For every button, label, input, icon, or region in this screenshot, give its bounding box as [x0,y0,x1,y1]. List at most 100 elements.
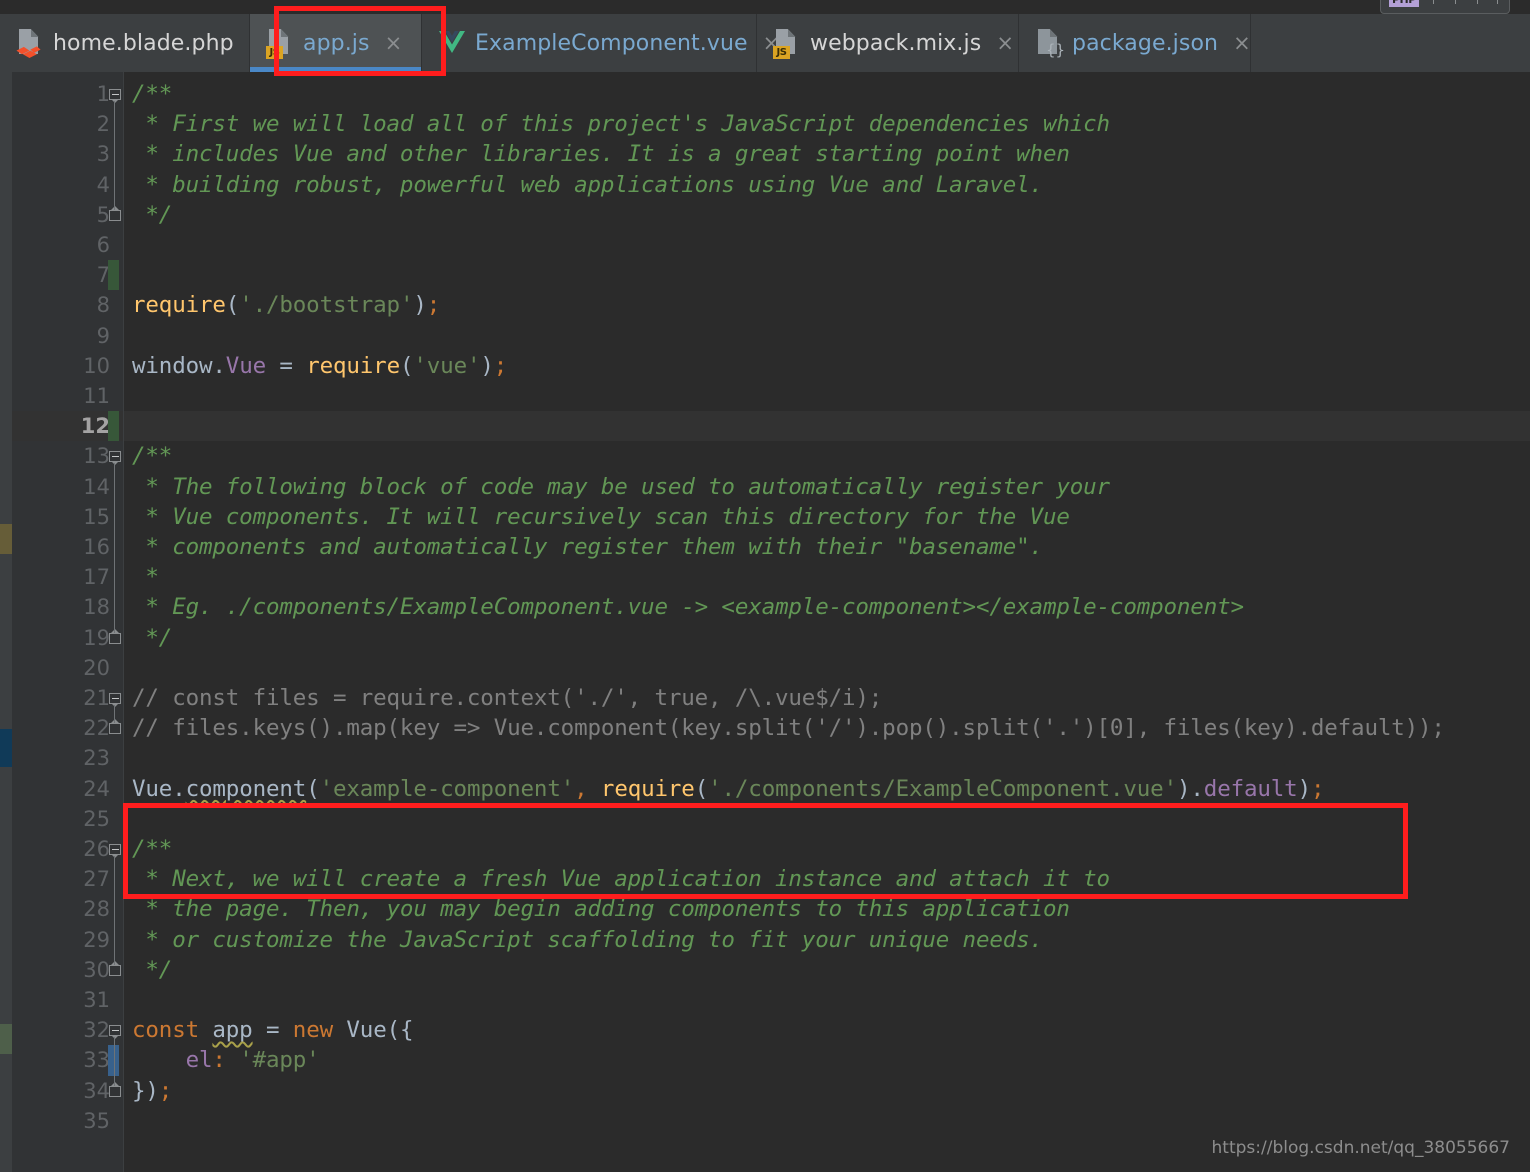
code-token: * Eg. ./components/ExampleComponent.vue … [132,594,1244,621]
code-row[interactable]: // const files = require.context('./', t… [109,683,1530,713]
fold-end-icon[interactable] [108,1081,122,1099]
code-row[interactable] [124,743,1530,773]
editor-tab-package-json[interactable]: {} package.json × [1019,14,1251,72]
code-row[interactable]: * Vue components. It will recursively sc… [124,502,1530,532]
fold-region-line [114,705,115,724]
gutter-row: 10 [12,351,124,381]
line-number-gutter[interactable]: 1 2 3 4 5 6 7 8 9 10 11 12 13 14 15 16 17 18 19 20 21 22 23 24 2… [12,72,124,1172]
code-row[interactable] [124,411,1530,442]
fold-collapse-icon[interactable] [108,450,122,466]
javascript-file-icon: JS [773,28,799,59]
code-line-text: el: '#app' [132,1045,320,1075]
code-editor[interactable]: 1 2 3 4 5 6 7 8 9 10 11 12 13 14 15 16 17 18 19 20 21 22 23 24 2… [0,72,1530,1172]
code-line-text: * First we will load all of this project… [132,109,1110,139]
code-text-area[interactable]: /** * First we will load all of this pro… [109,72,1530,1172]
code-row[interactable]: * includes Vue and other libraries. It i… [124,139,1530,169]
line-number: 15 [83,504,110,529]
code-row[interactable]: Vue.component('example-component', requi… [124,774,1530,804]
code-row[interactable]: require('./bootstrap'); [124,290,1530,320]
code-line-text: */ [132,200,172,230]
tab-label: ExampleComponent.vue [475,30,748,56]
code-row[interactable] [124,321,1530,351]
code-row[interactable]: window.Vue = require('vue'); [124,351,1530,381]
fold-end-icon[interactable] [108,205,122,223]
code-token: ( [306,775,320,802]
code-token: ({ [386,1017,414,1044]
line-number: 27 [83,867,110,892]
code-row[interactable]: /** [109,79,1530,109]
gutter-row: 29 [12,925,124,955]
fold-collapse-icon[interactable] [108,88,122,103]
code-row[interactable] [124,804,1530,834]
code-row[interactable]: */ [109,200,1530,230]
json-braces-badge: {} [1046,41,1066,59]
js-badge: JS [266,46,283,59]
gutter-row: 23 [12,743,124,773]
editor-tab-app-js[interactable]: JS app.js × [250,14,422,72]
json-file-icon: {} [1035,28,1066,59]
code-row[interactable]: * components and automatically register … [124,532,1530,562]
code-row[interactable]: }); [109,1076,1530,1106]
code-row[interactable]: * building robust, powerful web applicat… [124,170,1530,200]
gutter-row: 24 [12,774,124,804]
code-row[interactable]: * The following block of code may be use… [124,472,1530,502]
tab-close-icon[interactable]: × [385,32,403,54]
code-token: * First we will load all of this project… [132,111,1110,138]
code-row[interactable]: */ [109,955,1530,985]
code-line-text: /** [132,441,172,471]
fold-collapse-icon[interactable] [108,843,122,858]
gutter-row: 15 [12,502,124,532]
editor-tab-webpack-mix-js[interactable]: JS webpack.mix.js × [757,14,1019,72]
line-number: 12 [80,414,110,439]
gutter-row: 33 [12,1045,124,1076]
code-row[interactable]: */ [109,623,1530,653]
fold-collapse-icon[interactable] [108,1024,122,1040]
line-number: 23 [83,746,110,771]
php-interpreter-chip[interactable]: PHP [1380,0,1510,14]
code-token: * Next, we will create a fresh Vue appli… [132,866,1110,893]
code-row[interactable] [124,653,1530,683]
fold-end-icon[interactable] [108,960,122,978]
code-row[interactable] [124,381,1530,411]
code-row[interactable]: * First we will load all of this project… [124,109,1530,139]
code-row[interactable]: el: '#app' [124,1045,1530,1075]
code-row[interactable]: /** [109,441,1530,471]
gutter-row: 27 [12,864,124,894]
code-token: el [185,1047,213,1074]
line-number: 18 [83,595,110,620]
code-row[interactable] [124,230,1530,260]
code-token: ; [1310,775,1325,802]
code-row[interactable]: * the page. Then, you may begin adding c… [124,894,1530,924]
code-row[interactable]: * Next, we will create a fresh Vue appli… [124,864,1530,894]
code-line-text: // const files = require.context('./', t… [132,683,882,713]
change-marker-added[interactable] [108,260,119,291]
code-row[interactable]: const app = new Vue({ [109,1015,1530,1045]
code-line-text: require('./bootstrap'); [132,290,440,320]
code-row[interactable] [124,985,1530,1015]
tab-close-icon[interactable]: × [1233,32,1251,54]
code-token: default [1203,775,1298,802]
change-marker-added[interactable] [108,411,119,442]
code-row[interactable]: * [124,562,1530,592]
editor-tab-examplecomponent-vue[interactable]: ExampleComponent.vue × [422,14,780,72]
vue-file-icon [438,28,465,58]
code-line-text: window.Vue = require('vue'); [132,351,507,381]
code-token: ( [694,775,709,802]
code-line-text: * [132,562,159,592]
fold-end-icon[interactable] [108,628,122,646]
javascript-file-icon: JS [266,28,292,59]
fold-end-icon[interactable] [108,719,122,736]
gutter-row: 28 [12,894,124,924]
tab-close-icon[interactable]: × [996,32,1014,54]
line-number: 6 [96,233,110,257]
fold-collapse-icon[interactable] [108,692,122,707]
editor-tab-home-blade-php[interactable]: home.blade.php× [0,14,266,72]
code-row[interactable]: // files.keys().map(key => Vue.component… [109,713,1530,743]
code-row[interactable]: /** [109,834,1530,864]
code-row[interactable]: * Eg. ./components/ExampleComponent.vue … [124,592,1530,622]
line-number: 10 [83,353,110,378]
code-row[interactable]: * or customize the JavaScript scaffoldin… [124,925,1530,955]
code-row[interactable] [124,1106,1530,1136]
code-token: ) [480,352,494,379]
code-row[interactable] [124,260,1530,290]
